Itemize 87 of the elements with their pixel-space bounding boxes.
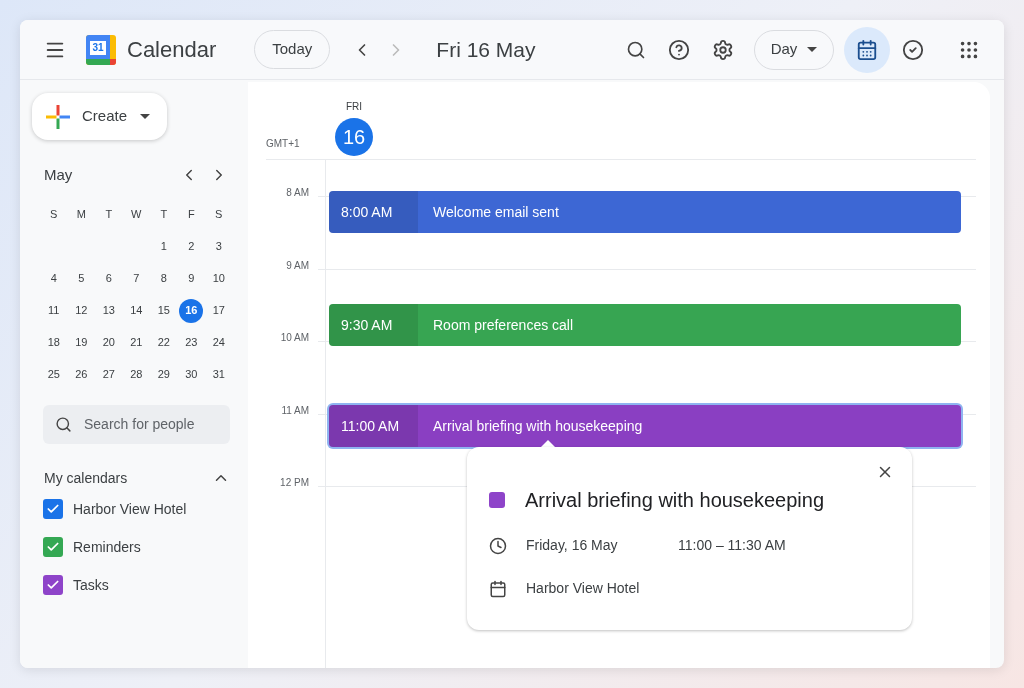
calendar-checkbox[interactable] (43, 537, 63, 557)
event-block[interactable]: 8:00 AM Welcome email sent (329, 191, 961, 233)
check-icon (46, 578, 60, 592)
event-title: Room preferences call (433, 315, 574, 335)
check-circle-icon (902, 38, 924, 61)
calendar-name: Harbor View Hotel (73, 499, 187, 519)
section-title: My calendars (44, 468, 129, 488)
weekday-label: S (215, 207, 223, 223)
mini-calendar-day[interactable]: 22 (151, 330, 176, 355)
month-label: May (44, 165, 74, 185)
weekday-label: T (160, 207, 168, 223)
mini-calendar-day[interactable]: 23 (179, 330, 204, 355)
mini-calendar-day[interactable]: 10 (206, 266, 231, 291)
hour-label: 11 AM (281, 405, 309, 418)
weekday-label: F (187, 207, 195, 223)
hour-label: 10 AM (280, 333, 309, 345)
caret-icon (807, 47, 818, 52)
check-icon (46, 540, 60, 554)
mini-calendar-day[interactable]: 13 (96, 298, 121, 323)
search-people-field[interactable]: Search for people (43, 404, 230, 444)
timezone-label: GMT+1 (266, 137, 300, 151)
calendar-checkbox[interactable] (43, 499, 63, 519)
mini-calendar-day[interactable]: 4 (41, 266, 66, 291)
calendar-checkbox[interactable] (43, 575, 63, 595)
mini-calendar-day[interactable]: 8 (151, 266, 176, 291)
mini-calendar-day[interactable]: 28 (124, 362, 149, 387)
mini-calendar-day[interactable]: 9 (179, 266, 204, 291)
help-icon[interactable] (668, 38, 690, 61)
mini-calendar-day[interactable]: 2 (179, 234, 204, 259)
mini-calendar-day[interactable]: 6 (96, 266, 121, 291)
event-block[interactable]: 11:00 AM Arrival briefing with housekeeping (329, 405, 961, 447)
mini-calendar-day[interactable]: 3 (206, 234, 231, 259)
mini-calendar-day[interactable]: 19 (69, 330, 94, 355)
mini-calendar-day[interactable]: 15 (151, 298, 176, 323)
event-date: Friday, 16 May (526, 536, 619, 555)
mini-calendar-day[interactable]: 11 (41, 298, 66, 323)
event-time-range: 11:00 – 11:30 AM (678, 536, 786, 555)
calendar-logo-icon: 31 (86, 34, 116, 65)
plus-icon (46, 104, 70, 129)
app-name: Calendar (127, 36, 217, 64)
search-icon[interactable] (626, 39, 646, 60)
mini-calendar-day[interactable]: 17 (206, 298, 231, 323)
check-icon (46, 502, 60, 516)
calendar-name: Tasks (73, 575, 109, 595)
weekday-label: S (50, 207, 58, 223)
calendar-icon (489, 579, 507, 598)
hour-label: 8 AM (286, 188, 309, 200)
mini-calendar-day[interactable]: 29 (151, 362, 176, 387)
weekday-label: W (131, 207, 142, 223)
mini-calendar-day[interactable]: 25 (41, 362, 66, 387)
weekday-label: FRI (345, 100, 363, 114)
calendar-name: Reminders (73, 537, 141, 557)
mini-calendar-day[interactable]: 7 (124, 266, 149, 291)
mini-calendar-day[interactable]: 14 (124, 298, 149, 323)
popover-title: Arrival briefing with housekeeping (525, 488, 825, 513)
event-time: 9:30 AM (341, 315, 393, 335)
mini-calendar-day[interactable]: 16 (179, 298, 204, 323)
event-title: Arrival briefing with housekeeping (433, 416, 643, 436)
mini-calendar-day[interactable]: 26 (69, 362, 94, 387)
mini-calendar-day[interactable]: 30 (179, 362, 204, 387)
clock-icon (489, 536, 507, 555)
date-title: Fri 16 May (436, 36, 536, 63)
event-title: Welcome email sent (433, 202, 559, 222)
caret-icon (140, 114, 151, 119)
weekday-label: T (105, 207, 113, 223)
event-block[interactable]: 9:30 AM Room preferences call (329, 304, 961, 346)
event-time: 8:00 AM (341, 202, 393, 222)
event-calendar: Harbor View Hotel (526, 579, 640, 598)
mini-calendar-day[interactable]: 1 (151, 234, 176, 259)
weekday-label: M (76, 207, 86, 223)
search-icon (55, 415, 72, 433)
mini-calendar-day[interactable]: 18 (41, 330, 66, 355)
mini-calendar-day[interactable]: 24 (206, 330, 231, 355)
settings-icon[interactable] (712, 38, 734, 61)
calendar-icon (856, 38, 878, 61)
mini-calendar-day[interactable]: 21 (124, 330, 149, 355)
mini-calendar-day[interactable]: 20 (96, 330, 121, 355)
mini-calendar-day[interactable]: 31 (206, 362, 231, 387)
mini-calendar-day[interactable]: 5 (69, 266, 94, 291)
create-button[interactable]: Create (32, 93, 167, 140)
event-time: 11:00 AM (341, 416, 400, 436)
mini-calendar-day[interactable]: 12 (69, 298, 94, 323)
hour-label: 9 AM (286, 260, 309, 273)
day-number[interactable]: 16 (335, 118, 373, 156)
mini-calendar-day[interactable]: 27 (96, 362, 121, 387)
hour-label: 12 PM (280, 478, 309, 490)
calendar-view-toggle[interactable] (844, 26, 890, 73)
